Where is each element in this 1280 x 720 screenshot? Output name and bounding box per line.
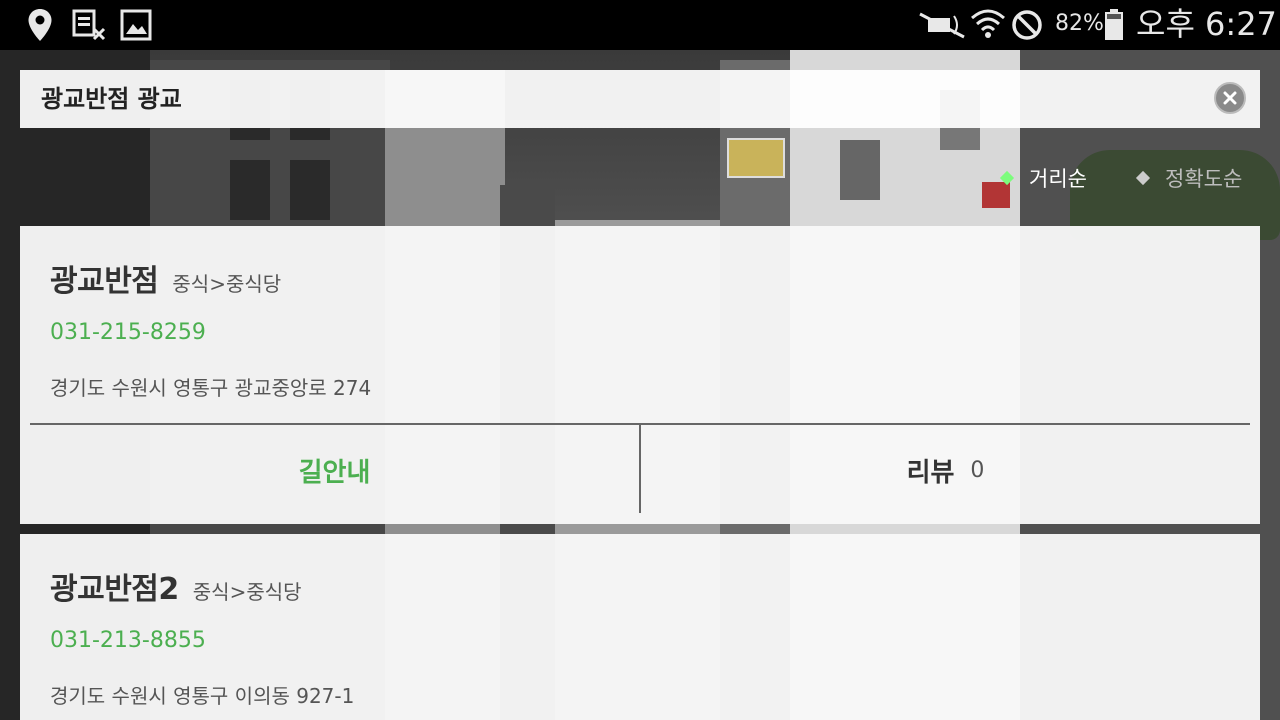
wifi-icon	[970, 8, 1006, 42]
place-category: 중식>중식당	[192, 580, 302, 604]
result-title-row: 광교반점 중식>중식당	[50, 256, 281, 300]
place-address: 경기도 수원시 영통구 이의동 927-1	[50, 684, 355, 708]
unselected-diamond-icon	[1135, 170, 1151, 186]
close-icon[interactable]	[1214, 82, 1246, 114]
place-category: 중식>중식당	[172, 272, 282, 296]
sort-option-accuracy[interactable]: 정확도순	[1135, 160, 1243, 196]
result-card[interactable]: 광교반점2 중식>중식당 031-213-8855 경기도 수원시 영통구 이의…	[20, 534, 1260, 720]
status-bar: 82% 오후 6:27	[0, 0, 1280, 50]
place-address: 경기도 수원시 영통구 광교중앙로 274	[50, 376, 372, 400]
block-icon	[1010, 8, 1044, 42]
place-phone[interactable]: 031-213-8855	[50, 628, 206, 653]
review-count: 0	[970, 457, 985, 483]
gallery-icon	[120, 8, 152, 42]
directions-button[interactable]: 길안내	[30, 425, 639, 515]
directions-label: 길안내	[298, 457, 371, 488]
status-time: 오후 6:27	[1136, 5, 1277, 43]
result-card[interactable]: 광교반점 중식>중식당 031-215-8259 경기도 수원시 영통구 광교중…	[20, 226, 1260, 524]
sort-option-label: 거리순	[1029, 167, 1087, 191]
place-phone[interactable]: 031-215-8259	[50, 320, 206, 345]
result-title-row: 광교반점2 중식>중식당	[50, 564, 302, 608]
location-icon	[26, 8, 54, 42]
battery-percent: 82%	[1055, 11, 1104, 36]
sort-option-distance[interactable]: 거리순	[999, 160, 1087, 196]
search-bar[interactable]: 광교반점 광교	[20, 70, 1260, 128]
sort-option-label: 정확도순	[1165, 167, 1243, 191]
storage-icon	[72, 8, 106, 42]
selected-diamond-icon	[999, 170, 1015, 186]
place-name: 광교반점2	[50, 572, 179, 607]
battery-icon	[1102, 8, 1126, 42]
review-button[interactable]: 리뷰 0	[641, 425, 1250, 515]
search-query-text[interactable]: 광교반점 광교	[41, 70, 182, 128]
review-label: 리뷰	[906, 457, 955, 488]
mute-icon	[916, 8, 968, 42]
place-name: 광교반점	[50, 264, 159, 299]
